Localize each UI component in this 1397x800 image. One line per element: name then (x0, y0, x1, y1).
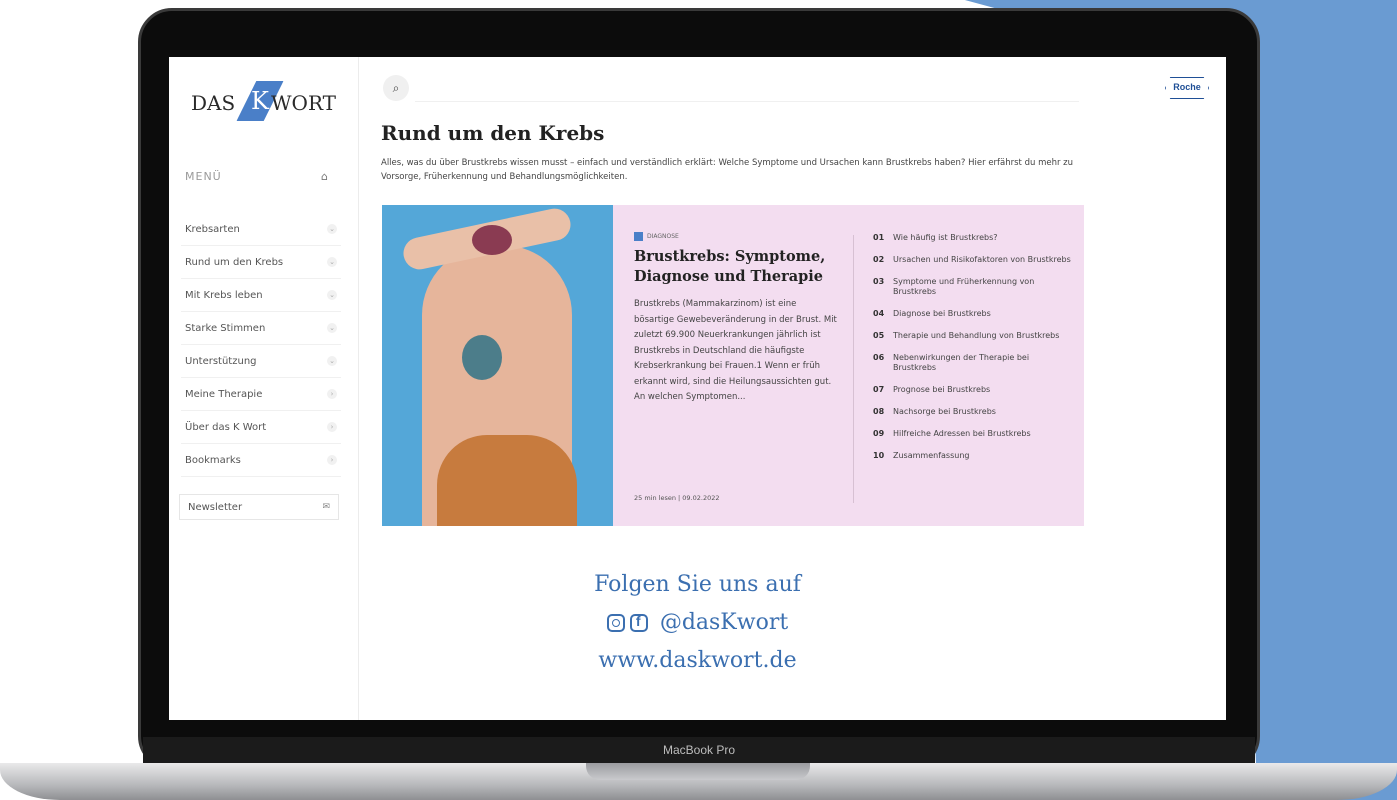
toc-text: Diagnose bei Brustkrebs (893, 309, 991, 318)
chevron-down-icon: ⌄ (327, 323, 337, 333)
toc-text: Nachsorge bei Brustkrebs (893, 407, 996, 416)
sidebar-item-unterstuetzung[interactable]: Unterstützung ⌄ (181, 345, 341, 378)
toc-item[interactable]: 03 Symptome und Früherkennung von Brustk… (873, 277, 1073, 297)
sidebar-item-label: Bookmarks (185, 454, 241, 466)
toc-item[interactable]: 01 Wie häufig ist Brustkrebs? (873, 233, 1073, 243)
logo-k-letter: K (251, 87, 269, 115)
sidebar-item-label: Krebsarten (185, 223, 240, 235)
sidebar-item-mit-krebs-leben[interactable]: Mit Krebs leben ⌄ (181, 279, 341, 312)
social-row: @dasKwort (169, 610, 1226, 635)
toc-number: 02 (873, 255, 885, 264)
header-divider (415, 101, 1079, 102)
menu-heading: MENÜ (185, 170, 222, 183)
sidebar-item-meine-therapie[interactable]: Meine Therapie › (181, 378, 341, 411)
search-button[interactable]: ⌕ (383, 75, 409, 101)
sidebar-item-bookmarks[interactable]: Bookmarks › (181, 444, 341, 477)
article-title[interactable]: Brustkrebs: Symptome, Diagnose und Thera… (634, 247, 839, 287)
instagram-icon[interactable] (606, 614, 625, 632)
toc-number: 01 (873, 233, 885, 242)
toc-number: 05 (873, 331, 885, 340)
image-tattoo-bird (462, 335, 502, 380)
toc-number: 06 (873, 353, 885, 362)
chevron-down-icon: ⌄ (327, 224, 337, 234)
facebook-icon[interactable] (629, 613, 648, 632)
daskwort-logo[interactable]: DAS K WORT (191, 81, 336, 125)
chevron-right-icon: › (327, 455, 337, 465)
logo-text-left: DAS (191, 91, 236, 115)
article-description: Brustkrebs (Mammakarzinom) ist eine bösa… (634, 299, 837, 402)
toc-item[interactable]: 08 Nachsorge bei Brustkrebs (873, 407, 1073, 417)
sidebar-item-label: Mit Krebs leben (185, 289, 263, 301)
social-handle[interactable]: @dasKwort (660, 610, 788, 635)
sidebar-item-rund-um-den-krebs[interactable]: Rund um den Krebs ⌄ (181, 246, 341, 279)
toc-number: 09 (873, 429, 885, 438)
sidebar-item-label: Meine Therapie (185, 388, 263, 400)
toc-text: Hilfreiche Adressen bei Brustkrebs (893, 429, 1031, 438)
chevron-down-icon: ⌄ (327, 290, 337, 300)
page-intro: Alles, was du über Brustkrebs wissen mus… (381, 158, 1074, 182)
search-icon: ⌕ (392, 81, 400, 95)
sidebar-item-label: Unterstützung (185, 355, 257, 367)
follow-heading: Folgen Sie uns auf (594, 572, 801, 597)
category-icon (634, 232, 643, 241)
newsletter-label: Newsletter (188, 501, 243, 513)
card-divider (853, 235, 854, 503)
article-image[interactable] (382, 205, 613, 526)
sidebar-item-ueber-das-k-wort[interactable]: Über das K Wort › (181, 411, 341, 444)
roche-logo[interactable]: Roche (1165, 77, 1209, 99)
toc-text: Wie häufig ist Brustkrebs? (893, 233, 998, 242)
browser-screen: DAS K WORT MENÜ ⌂ Krebsarten ⌄ Rund um d… (169, 57, 1226, 720)
toc-item[interactable]: 07 Prognose bei Brustkrebs (873, 385, 1073, 395)
table-of-contents: 01 Wie häufig ist Brustkrebs? 02 Ursache… (873, 233, 1073, 461)
article-card[interactable]: DIAGNOSE Brustkrebs: Symptome, Diagnose … (382, 205, 1084, 526)
toc-number: 10 (873, 451, 885, 460)
toc-text: Zusammenfassung (893, 451, 970, 460)
sidebar-item-krebsarten[interactable]: Krebsarten ⌄ (181, 213, 341, 246)
article-summary: DIAGNOSE Brustkrebs: Symptome, Diagnose … (634, 232, 839, 406)
toc-item[interactable]: 06 Nebenwirkungen der Therapie bei Brust… (873, 353, 1073, 373)
article-meta: 25 min lesen | 09.02.2022 (634, 494, 720, 502)
toc-text: Nebenwirkungen der Therapie bei Brustkre… (893, 353, 1030, 372)
toc-text: Symptome und Früherkennung von Brustkreb… (893, 277, 1035, 296)
toc-text: Prognose bei Brustkrebs (893, 385, 991, 394)
chevron-down-icon: ⌄ (327, 356, 337, 366)
sidebar-item-label: Starke Stimmen (185, 322, 266, 334)
image-figure-top (437, 435, 577, 526)
toc-number: 07 (873, 385, 885, 394)
chevron-right-icon: › (327, 389, 337, 399)
mail-icon: ✉ (322, 502, 330, 512)
newsletter-button[interactable]: Newsletter ✉ (179, 494, 339, 520)
toc-number: 08 (873, 407, 885, 416)
chevron-right-icon: › (327, 422, 337, 432)
laptop-bottom-bezel: MacBook Pro (143, 737, 1255, 765)
sidebar-item-label: Rund um den Krebs (185, 256, 284, 268)
toc-number: 04 (873, 309, 885, 318)
toc-item[interactable]: 05 Therapie und Behandlung von Brustkreb… (873, 331, 1073, 341)
toc-item[interactable]: 09 Hilfreiche Adressen bei Brustkrebs (873, 429, 1073, 439)
toc-text: Ursachen und Risikofaktoren von Brustkre… (893, 255, 1071, 264)
image-tattoo-flower (472, 225, 512, 255)
toc-item[interactable]: 02 Ursachen und Risikofaktoren von Brust… (873, 255, 1073, 265)
category-badge: DIAGNOSE (634, 232, 839, 241)
website-link[interactable]: www.daskwort.de (169, 648, 1226, 673)
category-label: DIAGNOSE (647, 233, 679, 240)
chevron-down-icon: ⌄ (327, 257, 337, 267)
sidebar-item-label: Über das K Wort (185, 421, 267, 433)
toc-text: Therapie und Behandlung von Brustkrebs (893, 331, 1060, 340)
sidebar-menu: Krebsarten ⌄ Rund um den Krebs ⌄ Mit Kre… (181, 213, 341, 477)
home-icon[interactable]: ⌂ (321, 170, 333, 183)
sidebar-item-starke-stimmen[interactable]: Starke Stimmen ⌄ (181, 312, 341, 345)
device-label: MacBook Pro (662, 743, 736, 757)
toc-item[interactable]: 04 Diagnose bei Brustkrebs (873, 309, 1073, 319)
toc-number: 03 (873, 277, 885, 286)
page-title: Rund um den Krebs (381, 121, 605, 145)
laptop-notch (586, 763, 810, 780)
toc-item[interactable]: 10 Zusammenfassung (873, 451, 1073, 461)
logo-text-right: WORT (271, 91, 336, 115)
